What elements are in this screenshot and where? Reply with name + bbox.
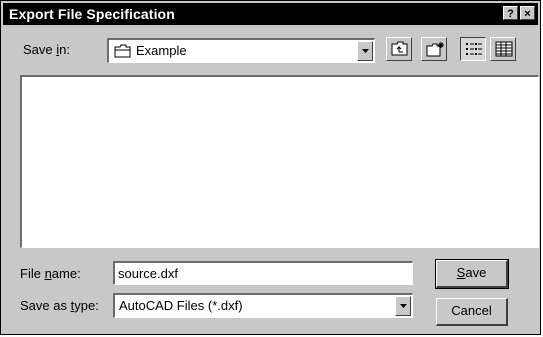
help-button[interactable]: ? <box>503 6 518 20</box>
chevron-down-icon <box>362 49 369 53</box>
save-as-type-dropdown[interactable]: AutoCAD Files (*.dxf) <box>113 293 413 318</box>
file-name-label: File name: <box>20 266 81 281</box>
create-new-folder-button[interactable] <box>421 37 447 61</box>
window-title: Export File Specification <box>9 6 175 22</box>
list-view-icon <box>466 43 482 55</box>
save-as-type-value: AutoCAD Files (*.dxf) <box>119 298 243 313</box>
list-view-button[interactable] <box>460 37 486 61</box>
save-as-type-dropdown-arrow[interactable] <box>395 296 411 316</box>
file-name-input[interactable] <box>113 261 413 285</box>
chevron-down-icon <box>400 304 407 308</box>
details-view-icon <box>495 41 513 57</box>
details-view-button[interactable] <box>490 37 516 61</box>
up-one-level-icon <box>391 41 408 56</box>
save-in-value: Example <box>136 43 187 58</box>
save-as-type-label: Save as type: <box>20 298 99 313</box>
folder-icon <box>114 44 132 61</box>
close-button[interactable]: × <box>520 6 535 20</box>
save-in-dropdown-arrow[interactable] <box>357 41 373 61</box>
up-one-level-button[interactable] <box>386 37 412 61</box>
save-in-dropdown[interactable]: Example <box>107 38 375 63</box>
title-bar[interactable]: Export File Specification ? × <box>3 3 538 25</box>
save-button[interactable]: Save <box>435 259 509 289</box>
save-in-label: Save in: <box>23 42 70 57</box>
file-list[interactable] <box>20 75 539 248</box>
create-new-folder-icon <box>426 42 444 57</box>
cancel-button[interactable]: Cancel <box>436 298 508 326</box>
export-file-dialog: Export File Specification ? × Save in: E… <box>0 0 541 335</box>
